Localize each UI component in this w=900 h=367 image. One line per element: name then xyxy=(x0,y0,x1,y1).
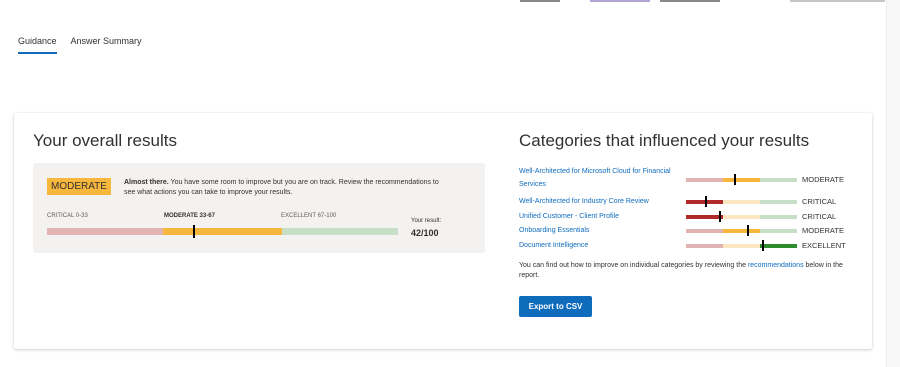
category-bar-segment xyxy=(760,200,797,204)
export-csv-button[interactable]: Export to CSV xyxy=(519,296,592,317)
category-score-bar xyxy=(686,229,797,233)
overall-score-bar xyxy=(47,228,398,235)
category-score-bar xyxy=(686,244,797,248)
result-message-bold: Almost there. xyxy=(124,179,169,186)
category-score-bar xyxy=(686,178,797,182)
scale-critical-label: CRITICAL 0-33 xyxy=(47,213,88,219)
category-link[interactable]: Well-Architected for Microsoft Cloud for… xyxy=(519,165,679,191)
scale-excellent-segment xyxy=(282,228,398,235)
category-bar-segment xyxy=(722,244,761,248)
category-bar-segment xyxy=(722,229,761,233)
category-score-marker xyxy=(761,240,764,251)
category-row: Well-Architected for Industry Core Revie… xyxy=(519,195,859,209)
category-status: CRITICAL xyxy=(802,197,837,206)
category-bar-segment xyxy=(722,215,761,219)
category-status: MODERATE xyxy=(802,175,844,184)
category-bar-segment xyxy=(722,200,761,204)
category-bar-segment xyxy=(760,178,797,182)
category-bar-segment xyxy=(686,215,723,219)
category-bar-segment xyxy=(686,229,723,233)
tab-bar: Guidance Answer Summary xyxy=(18,36,142,54)
category-status: EXCELLENT xyxy=(802,241,846,250)
category-score-bar xyxy=(686,215,797,219)
your-result-label: Your result: xyxy=(411,218,442,224)
category-score-marker xyxy=(747,225,750,236)
tab-answer-summary[interactable]: Answer Summary xyxy=(71,36,142,54)
result-message: Almost there. You have some room to impr… xyxy=(124,178,444,198)
overall-result-panel: MODERATE Almost there. You have some roo… xyxy=(33,163,485,253)
scrollbar[interactable] xyxy=(886,0,900,367)
category-score-marker xyxy=(719,211,722,222)
category-link[interactable]: Document Intelligence xyxy=(519,239,684,252)
scale-excellent-label: EXCELLENT 67-100 xyxy=(281,213,337,219)
scale-moderate-label: MODERATE 33-67 xyxy=(164,213,215,219)
category-bar-segment xyxy=(760,229,797,233)
result-message-rest: You have some room to improve but you ar… xyxy=(124,179,439,196)
category-bar-segment xyxy=(760,244,797,248)
category-link[interactable]: Onboarding Essentials xyxy=(519,224,684,237)
recommendations-link[interactable]: recommendations xyxy=(748,262,804,269)
results-card: Your overall results MODERATE Almost the… xyxy=(14,113,872,349)
recommendations-note: You can find out how to improve on indiv… xyxy=(519,261,859,281)
overall-score-marker xyxy=(193,225,196,238)
recommendations-note-before: You can find out how to improve on indiv… xyxy=(519,262,748,269)
category-status: MODERATE xyxy=(802,226,844,235)
scale-moderate-segment xyxy=(162,228,283,235)
category-bar-segment xyxy=(760,215,797,219)
tab-guidance[interactable]: Guidance xyxy=(18,36,57,54)
scale-critical-segment xyxy=(47,228,163,235)
category-link[interactable]: Well-Architected for Industry Core Revie… xyxy=(519,195,684,208)
overall-results-title: Your overall results xyxy=(33,131,177,150)
your-result-value: 42/100 xyxy=(411,228,439,238)
categories-title: Categories that influenced your results xyxy=(519,131,810,150)
status-badge: MODERATE xyxy=(47,178,111,195)
category-score-marker xyxy=(704,196,707,207)
category-row: Onboarding Essentials MODERATE xyxy=(519,224,859,238)
category-status: CRITICAL xyxy=(802,212,837,221)
top-banner-strip xyxy=(0,0,900,6)
category-bar-segment xyxy=(686,178,723,182)
category-link[interactable]: Unified Customer - Client Profile xyxy=(519,210,684,223)
category-bar-segment xyxy=(722,178,761,182)
category-score-marker xyxy=(733,174,736,185)
category-row: Document Intelligence EXCELLENT xyxy=(519,239,859,253)
category-score-bar xyxy=(686,200,797,204)
category-row: Well-Architected for Microsoft Cloud for… xyxy=(519,165,859,193)
category-row: Unified Customer - Client Profile CRITICA… xyxy=(519,210,859,224)
category-bar-segment xyxy=(686,244,723,248)
